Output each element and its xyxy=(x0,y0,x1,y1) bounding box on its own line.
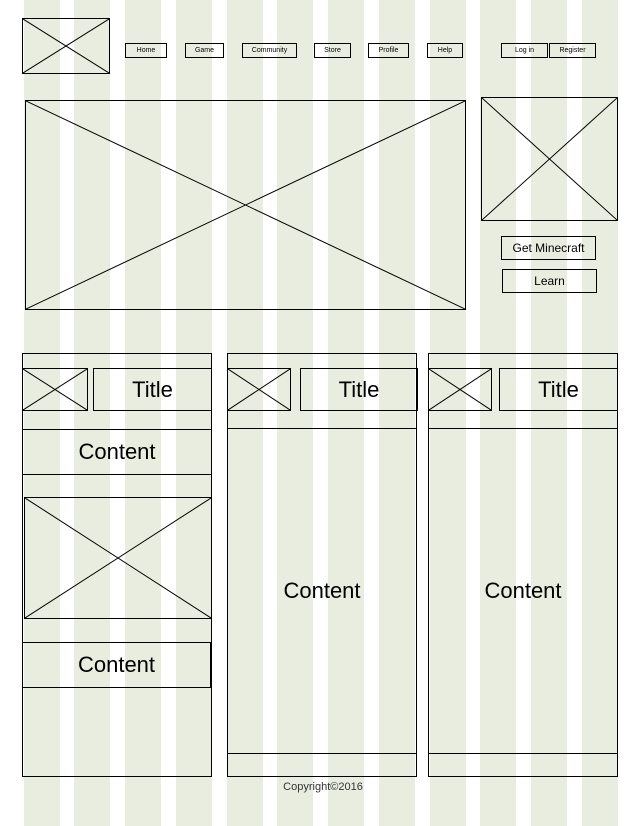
column-1-content-text: Content xyxy=(78,439,156,464)
hero-banner-image xyxy=(25,100,466,310)
column-2-title: Title xyxy=(300,368,418,411)
image-placeholder-icon xyxy=(23,369,87,410)
nav-home-button[interactable]: Home xyxy=(125,43,167,58)
nav-profile-button[interactable]: Profile xyxy=(368,43,409,58)
column-1-thumbnail xyxy=(22,368,88,411)
column-2-title-text: Title xyxy=(338,376,380,402)
logo-placeholder-image[interactable] xyxy=(22,18,110,74)
column-1-image xyxy=(24,497,212,619)
column-2-content-block: Content xyxy=(227,428,417,754)
login-button[interactable]: Log in xyxy=(501,43,548,58)
column-1-content-text-2: Content xyxy=(77,652,156,677)
image-placeholder-icon xyxy=(228,369,290,410)
learn-button[interactable]: Learn xyxy=(502,269,597,293)
column-1-title-text: Title xyxy=(132,376,173,402)
nav-game-button[interactable]: Game xyxy=(185,43,224,58)
image-placeholder-icon xyxy=(482,98,617,220)
column-3-title: Title xyxy=(499,368,618,411)
column-3-thumbnail xyxy=(428,368,492,411)
nav-store-button[interactable]: Store xyxy=(314,43,351,58)
hero-side-image xyxy=(481,97,618,221)
image-placeholder-icon xyxy=(23,19,109,73)
column-1-content-block: Content xyxy=(22,429,212,475)
column-2-thumbnail xyxy=(227,368,291,411)
column-1-title: Title xyxy=(93,368,212,411)
column-3-title-text: Title xyxy=(538,376,579,402)
column-3-content-text: Content xyxy=(484,578,562,603)
footer-copyright: Copyright©2016 xyxy=(283,781,363,793)
image-placeholder-icon xyxy=(25,498,211,618)
get-minecraft-button[interactable]: Get Minecraft xyxy=(501,236,596,260)
nav-help-button[interactable]: Help xyxy=(427,43,463,58)
image-placeholder-icon xyxy=(429,369,491,410)
column-2-content-text: Content xyxy=(283,578,361,603)
register-button[interactable]: Register xyxy=(549,43,596,58)
column-1-content-block-2: Content xyxy=(22,642,211,688)
column-3-content-block: Content xyxy=(428,428,618,754)
nav-community-button[interactable]: Community xyxy=(242,43,297,58)
image-placeholder-icon xyxy=(26,101,465,309)
